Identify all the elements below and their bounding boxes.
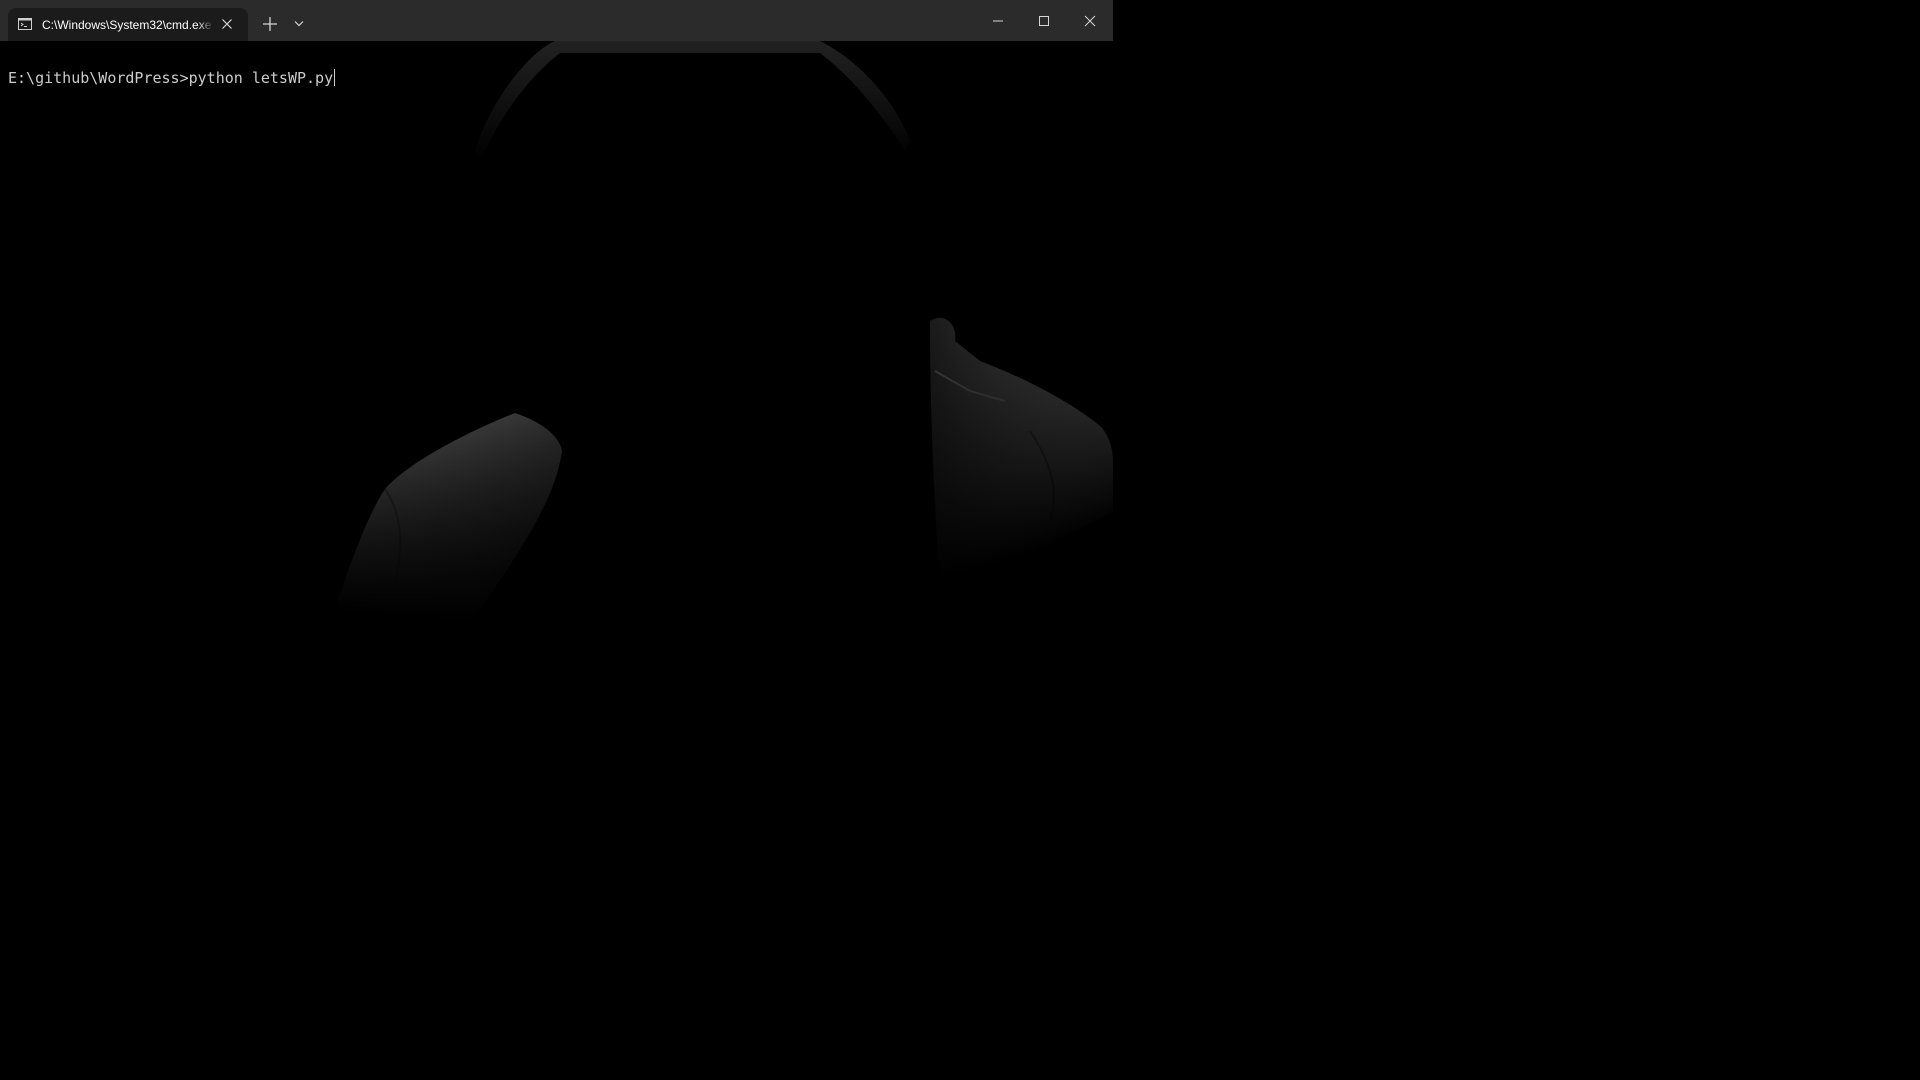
- tab-title: C:\Windows\System32\cmd.exe: [42, 18, 212, 32]
- plus-icon[interactable]: [262, 16, 278, 32]
- terminal-window: C:\Windows\System32\cmd.exe E:\github\Wo…: [0, 0, 1113, 625]
- maximize-icon: [1039, 15, 1049, 26]
- close-icon[interactable]: [221, 18, 233, 30]
- terminal-command: python letsWP.py: [188, 69, 334, 87]
- background-image: [0, 41, 1113, 625]
- close-icon: [1084, 15, 1096, 26]
- minimize-icon: [993, 20, 1003, 21]
- maximize-button[interactable]: [1021, 0, 1067, 41]
- chevron-down-icon[interactable]: [294, 20, 304, 27]
- terminal-prompt: E:\github\WordPress>: [8, 69, 189, 87]
- title-bar: C:\Windows\System32\cmd.exe: [0, 0, 1113, 41]
- minimize-button[interactable]: [975, 0, 1021, 41]
- tab-cmd[interactable]: C:\Windows\System32\cmd.exe: [8, 8, 248, 41]
- terminal-icon: [18, 18, 32, 30]
- text-cursor: [334, 69, 336, 86]
- hooded-figure-image: [0, 41, 1113, 625]
- terminal-prompt-line[interactable]: E:\github\WordPress>python letsWP.py: [8, 68, 336, 88]
- close-button[interactable]: [1067, 0, 1113, 41]
